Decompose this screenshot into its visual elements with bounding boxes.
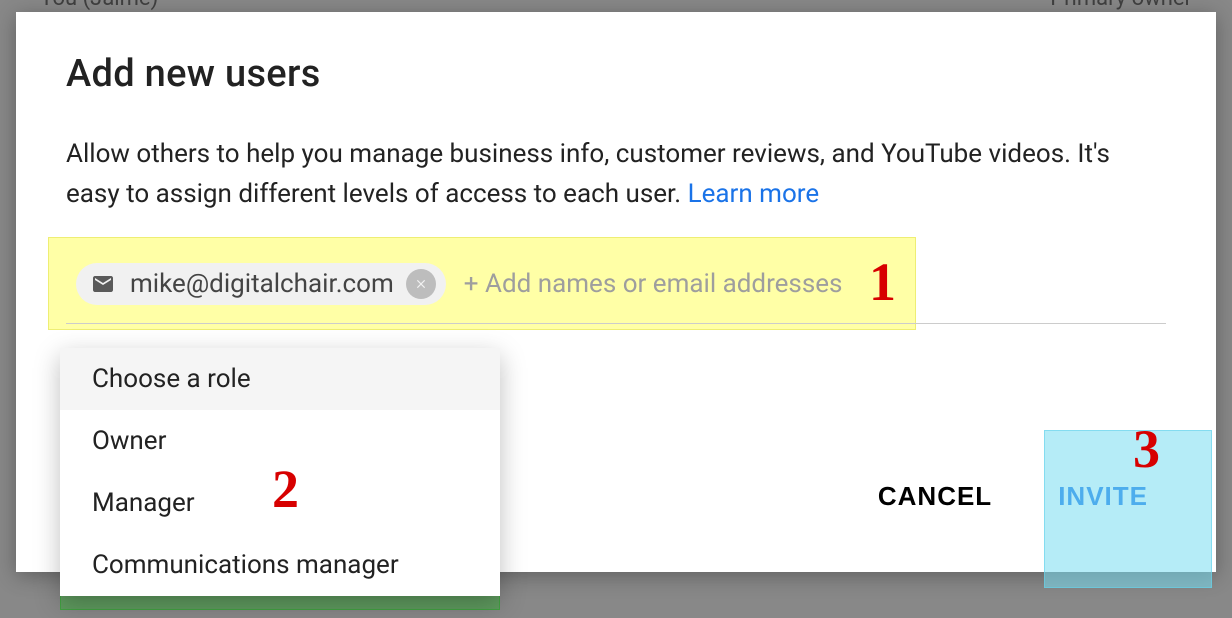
email-chip-text: mike@digitalchair.com [130,269,394,299]
modal-description: Allow others to help you manage business… [66,134,1166,215]
email-chip[interactable]: mike@digitalchair.com [76,263,446,305]
cancel-button[interactable]: CANCEL [860,471,1010,522]
invite-button[interactable]: INVITE [1040,471,1166,522]
close-icon [414,277,428,291]
modal-title: Add new users [66,52,1166,96]
role-option-communications-manager[interactable]: Communications manager [60,534,500,596]
remove-chip-button[interactable] [406,269,436,299]
modal-description-text: Allow others to help you manage business… [66,139,1110,209]
role-option-owner[interactable]: Owner [60,410,500,472]
email-input-row[interactable]: mike@digitalchair.com + Add names or ema… [66,245,1166,324]
role-dropdown[interactable]: Choose a role Owner Manager Communicatio… [60,348,500,596]
learn-more-link[interactable]: Learn more [688,179,820,209]
role-option-manager[interactable]: Manager [60,472,500,534]
mail-icon [88,272,118,296]
role-dropdown-area: Choose a role Owner Manager Communicatio… [60,348,500,618]
modal-footer-buttons: CANCEL INVITE [860,471,1166,522]
role-dropdown-header: Choose a role [60,348,500,410]
email-input-placeholder[interactable]: + Add names or email addresses [464,269,843,299]
